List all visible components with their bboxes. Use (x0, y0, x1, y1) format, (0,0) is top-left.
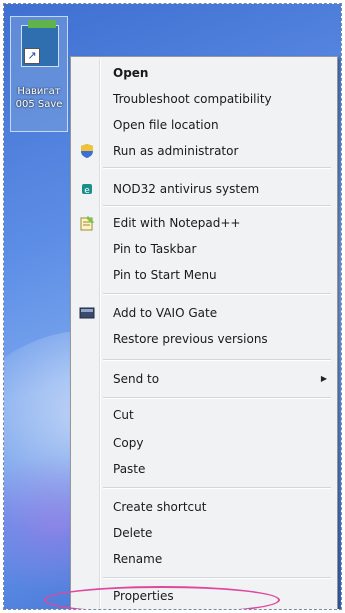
menu-item-create-shortcut[interactable]: Create shortcut (73, 495, 333, 519)
menu-item-label: Create shortcut (113, 500, 207, 514)
menu-item-open-location[interactable]: Open file location (73, 113, 333, 137)
menu-item-label: Pin to Start Menu (113, 268, 217, 282)
menu-item-label: Rename (113, 552, 163, 566)
desktop-shortcut-icon[interactable]: ↗ Навигат 005 Save (10, 16, 68, 132)
menu-item-restore[interactable]: Restore previous versions (73, 327, 333, 351)
menu-item-pin-taskbar[interactable]: Pin to Taskbar (73, 237, 333, 261)
svg-text:e: e (84, 186, 90, 196)
menu-item-run-as-admin[interactable]: Run as administrator (73, 139, 333, 163)
menu-item-label: Pin to Taskbar (113, 242, 197, 256)
properties-highlight-circle (44, 586, 280, 609)
menu-item-edit-notepad[interactable]: Edit with Notepad++ (73, 211, 333, 235)
menu-item-copy[interactable]: Copy (73, 431, 333, 455)
menu-item-add-vaio[interactable]: Add to VAIO Gate (73, 301, 333, 325)
shortcut-thumbnail: ↗ (21, 20, 59, 67)
menu-item-label: Paste (113, 462, 146, 476)
menu-separator (103, 293, 331, 295)
screenshot-frame: ↗ Навигат 005 Save Open Troubleshoot com… (3, 3, 342, 610)
menu-item-label: Edit with Notepad++ (113, 216, 241, 230)
menu-item-troubleshoot[interactable]: Troubleshoot compatibility (73, 87, 333, 111)
menu-item-label: NOD32 antivirus system (113, 182, 260, 196)
eset-icon: e (79, 181, 95, 197)
shield-icon (79, 143, 95, 159)
menu-item-label: Send to (113, 372, 160, 386)
menu-item-label: Cut (113, 408, 134, 422)
menu-item-label: Delete (113, 526, 153, 540)
menu-item-paste[interactable]: Paste (73, 457, 333, 481)
menu-item-label: Add to VAIO Gate (113, 306, 218, 320)
menu-item-rename[interactable]: Rename (73, 547, 333, 571)
submenu-arrow-icon: ▶ (320, 374, 327, 383)
thumbnail-bar (28, 20, 56, 28)
menu-item-label: Open (113, 66, 149, 80)
menu-item-nod32[interactable]: e NOD32 antivirus system (73, 177, 333, 201)
context-menu: Open Troubleshoot compatibility Open fil… (70, 56, 338, 609)
menu-separator (103, 577, 331, 579)
menu-separator (103, 397, 331, 399)
menu-item-label: Copy (113, 436, 144, 450)
notepad-plus-icon (79, 215, 95, 231)
menu-item-label: Open file location (113, 118, 219, 132)
vaio-gate-icon (79, 305, 95, 321)
shortcut-arrow-icon: ↗ (24, 48, 40, 64)
menu-separator (103, 205, 331, 207)
menu-item-delete[interactable]: Delete (73, 521, 333, 545)
menu-separator (103, 167, 331, 169)
menu-item-send-to[interactable]: Send to ▶ (73, 367, 333, 391)
menu-item-label: Troubleshoot compatibility (113, 92, 272, 106)
menu-item-label: Restore previous versions (113, 332, 268, 346)
menu-item-pin-start[interactable]: Pin to Start Menu (73, 263, 333, 287)
menu-item-cut[interactable]: Cut (73, 403, 333, 427)
menu-separator (103, 487, 331, 489)
menu-separator (103, 359, 331, 361)
shortcut-caption: Навигат 005 Save (15, 86, 63, 110)
menu-item-open[interactable]: Open (73, 61, 333, 85)
menu-item-label: Run as administrator (113, 144, 239, 158)
